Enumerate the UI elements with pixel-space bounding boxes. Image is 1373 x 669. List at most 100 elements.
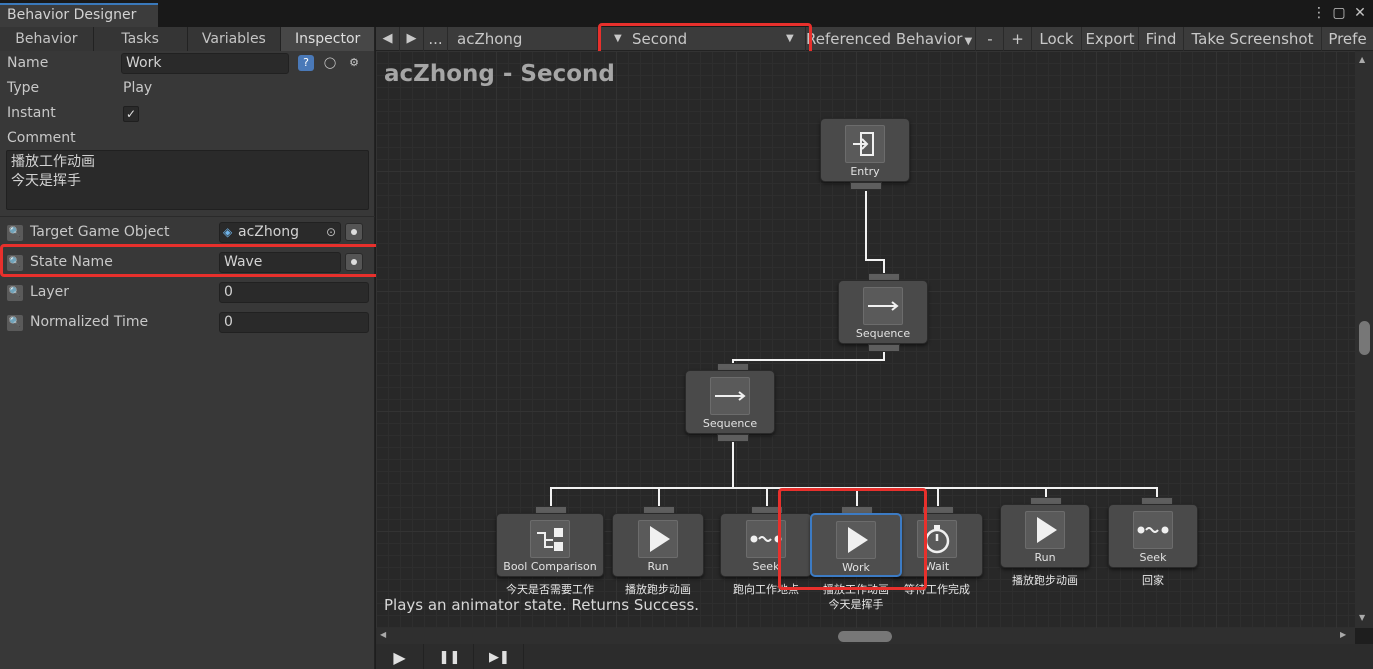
output-port[interactable] — [850, 182, 882, 190]
node-sequence[interactable]: Sequence — [838, 280, 928, 344]
node-entry[interactable]: Entry — [820, 118, 910, 182]
zoom-in-button[interactable]: + — [1004, 27, 1032, 51]
magnifier-icon[interactable]: 🔍 — [7, 225, 23, 241]
highlight-box — [778, 488, 927, 590]
type-value: Play — [123, 80, 153, 96]
field-label: Layer — [30, 284, 70, 300]
node-comment: 回家 — [1142, 574, 1164, 587]
name-label: Name — [7, 55, 49, 71]
magnifier-icon[interactable]: 🔍 — [7, 285, 23, 301]
instant-row: Instant ✓ — [0, 101, 375, 126]
scroll-right-icon[interactable]: ▶ — [1340, 630, 1346, 639]
node-bool-comparison[interactable]: Bool Comparison — [496, 513, 604, 577]
graph-toolbar: ◀ ▶ ... acZhong ▼ Second ▼ Referenced Be… — [376, 27, 1373, 51]
type-row: Type Play — [0, 76, 375, 101]
instant-label: Instant — [7, 105, 56, 121]
gameobject-cube-icon: ◈ — [223, 225, 233, 239]
scroll-down-icon[interactable]: ▼ — [1359, 613, 1365, 622]
node-label: Entry — [850, 165, 880, 178]
play-icon — [1025, 511, 1065, 549]
watch-icon[interactable]: ◯ — [322, 55, 338, 71]
tab-tasks[interactable]: Tasks — [93, 27, 188, 51]
conditional-icon — [530, 520, 570, 558]
behavior-name[interactable]: acZhong — [448, 27, 598, 51]
close-icon[interactable]: ✕ — [1352, 5, 1368, 21]
tab-variables[interactable]: Variables — [187, 27, 282, 51]
target-game-object-field[interactable]: ◈ acZhong ⊙ — [219, 222, 341, 243]
shared-variable-button[interactable] — [345, 223, 363, 241]
comment-row: Comment — [0, 126, 375, 151]
node-seek[interactable]: Seek — [1108, 504, 1198, 568]
horizontal-scroll-thumb[interactable] — [838, 631, 892, 642]
connection-line — [865, 191, 867, 259]
magnifier-icon[interactable]: 🔍 — [7, 315, 23, 331]
connection-line — [1156, 487, 1158, 497]
target-game-object-value: acZhong — [238, 224, 300, 240]
node-label: Run — [647, 560, 669, 573]
connection-line — [732, 359, 885, 361]
inspector-panel: Behavior Tasks Variables Inspector Name … — [0, 27, 375, 669]
preferences-button[interactable]: Prefe — [1322, 27, 1373, 51]
normalized-time-field[interactable]: 0 — [219, 312, 369, 333]
graph-title: acZhong - Second — [384, 61, 615, 87]
window-title: Behavior Designer — [7, 7, 137, 23]
field-row-target-game-object: 🔍 Target Game Object ◈ acZhong ⊙ — [0, 220, 375, 245]
seek-path-icon — [1133, 511, 1173, 549]
connection-line — [937, 487, 939, 507]
node-run[interactable]: Run — [1000, 504, 1090, 568]
object-picker-icon[interactable]: ⊙ — [326, 223, 336, 242]
output-port[interactable] — [717, 434, 749, 442]
zoom-out-button[interactable]: - — [977, 27, 1004, 51]
field-label: Target Game Object — [30, 224, 170, 240]
kebab-menu-icon[interactable]: ⋮ — [1311, 5, 1327, 21]
node-comment: 播放跑步动画 — [625, 583, 691, 596]
node-label: Seek — [1139, 551, 1167, 564]
node-run[interactable]: Run — [612, 513, 704, 577]
connection-line — [1045, 487, 1047, 497]
comment-textarea[interactable]: 播放工作动画 今天是挥手 — [6, 150, 369, 210]
connection-line — [550, 487, 552, 507]
layer-field[interactable]: 0 — [219, 282, 369, 303]
tab-inspector[interactable]: Inspector — [281, 27, 375, 51]
pause-button[interactable]: ❚❚ — [426, 644, 474, 669]
lock-button[interactable]: Lock — [1032, 27, 1082, 51]
instant-checkbox[interactable]: ✓ — [123, 106, 139, 122]
vertical-scrollbar[interactable]: ▲ ▼ — [1355, 51, 1373, 628]
window-title-tab[interactable]: Behavior Designer — [0, 3, 158, 27]
scroll-up-icon[interactable]: ▲ — [1359, 55, 1365, 64]
prev-behavior-button[interactable]: ◀ — [376, 27, 400, 51]
chevron-down-icon: ▼ — [964, 36, 973, 47]
task-description: Plays an animator state. Returns Success… — [384, 596, 700, 614]
maximize-icon[interactable]: ▢ — [1331, 5, 1347, 21]
vertical-scroll-thumb[interactable] — [1359, 321, 1370, 355]
next-behavior-button[interactable]: ▶ — [400, 27, 424, 51]
node-comment: 播放跑步动画 — [1012, 574, 1078, 587]
horizontal-scrollbar[interactable]: ◀ ▶ — [376, 628, 1355, 644]
scroll-left-icon[interactable]: ◀ — [380, 630, 386, 639]
name-field[interactable]: Work — [121, 53, 289, 74]
step-button[interactable]: ▶❚ — [476, 644, 524, 669]
more-button[interactable]: ... — [424, 27, 448, 51]
node-label: Sequence — [855, 327, 911, 340]
node-sequence[interactable]: Sequence — [685, 370, 775, 434]
field-label: Normalized Time — [30, 314, 149, 330]
export-button[interactable]: Export — [1082, 27, 1139, 51]
tab-behavior[interactable]: Behavior — [0, 27, 94, 51]
output-port[interactable] — [868, 344, 900, 352]
node-label: Bool Comparison — [503, 560, 597, 573]
gear-icon[interactable]: ⚙ — [346, 55, 362, 71]
sequence-arrow-icon — [710, 377, 750, 415]
node-label: Run — [1034, 551, 1056, 564]
node-label: Sequence — [702, 417, 758, 430]
play-button[interactable]: ▶ — [376, 644, 424, 669]
name-row: Name Work ? ◯ ⚙ — [0, 51, 375, 76]
connection-line — [732, 441, 734, 489]
field-row-normalized-time: 🔍 Normalized Time 0 — [0, 310, 375, 335]
field-row-layer: 🔍 Layer 0 — [0, 280, 375, 305]
take-screenshot-button[interactable]: Take Screenshot — [1184, 27, 1322, 51]
find-button[interactable]: Find — [1139, 27, 1184, 51]
referenced-behavior-dropdown[interactable]: Referenced Behavior ▼ — [806, 27, 976, 51]
help-icon[interactable]: ? — [298, 55, 314, 71]
connection-line — [865, 259, 885, 261]
panel-tabs: Behavior Tasks Variables Inspector — [0, 27, 375, 51]
